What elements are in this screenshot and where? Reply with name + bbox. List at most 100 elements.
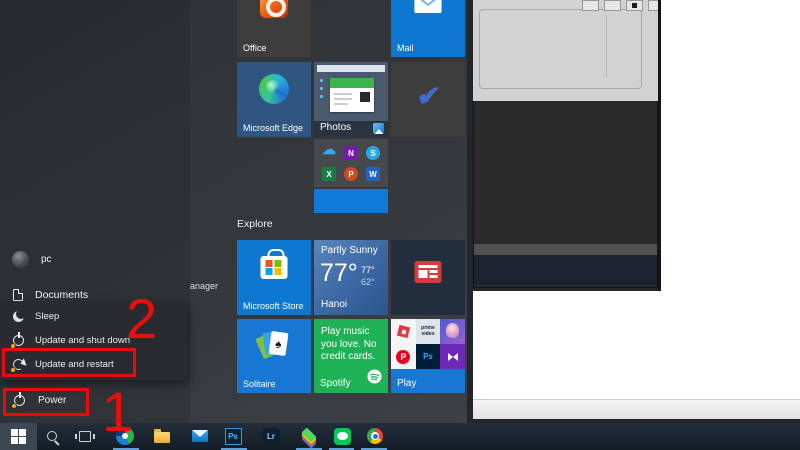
- bluestacks-icon: [300, 427, 318, 445]
- taskbar-photoshop[interactable]: Ps: [223, 426, 243, 446]
- tile-mail[interactable]: Mail: [391, 0, 465, 57]
- taskbar-task-view-button[interactable]: [75, 426, 95, 446]
- documents-label: Documents: [35, 289, 88, 301]
- tile-office[interactable]: Office: [237, 0, 311, 57]
- update-shutdown-label: Update and shut down: [35, 335, 130, 346]
- window-statusbar-dark: [474, 255, 657, 285]
- line-app-icon: [334, 428, 351, 445]
- lightroom-icon: Lr: [263, 428, 280, 445]
- tile-edge-label: Microsoft Edge: [243, 123, 303, 133]
- tile-office-label: Office: [243, 43, 266, 53]
- weather-city: Hanoi: [321, 299, 347, 310]
- start-menu-documents-button[interactable]: Documents: [13, 289, 88, 301]
- blue-tile-strip: [314, 189, 388, 213]
- window-toolbar-button[interactable]: [626, 0, 643, 11]
- tile-play[interactable]: prime video P Ps Play: [391, 319, 465, 393]
- weather-condition: Partly Sunny: [321, 245, 378, 256]
- moon-icon: [12, 310, 25, 323]
- tile-microsoft-edge[interactable]: Microsoft Edge: [237, 62, 311, 137]
- tile-solitaire-label: Solitaire: [243, 379, 276, 389]
- tile-solitaire[interactable]: ♠ Solitaire: [237, 319, 311, 393]
- onedrive-icon: ☁: [322, 142, 336, 156]
- word-icon: W: [366, 167, 380, 181]
- mail-icon: [192, 430, 208, 442]
- background-window-toolbar: [473, 0, 658, 101]
- windows-logo-icon: [11, 429, 26, 444]
- tile-play-label: Play: [397, 378, 416, 389]
- tile-store-label: Microsoft Store: [243, 301, 304, 311]
- skype-icon: S: [366, 146, 380, 160]
- check-icon: ✔: [416, 80, 439, 113]
- window-toolbar-button[interactable]: [582, 0, 599, 11]
- office-icon: [260, 0, 288, 18]
- background-window-white-top: [658, 0, 800, 291]
- edge-icon: [259, 74, 289, 104]
- document-icon: [13, 289, 23, 301]
- tile-mail-label: Mail: [397, 43, 414, 53]
- chrome-icon: [367, 428, 383, 444]
- onenote-icon: N: [344, 146, 358, 160]
- prime-video-icon: prime video: [416, 319, 441, 344]
- desktop-screen: anager pc Documents Sleep Update and shu…: [0, 0, 800, 450]
- folder-icon: [154, 432, 170, 443]
- window-panel-outline: [479, 9, 642, 89]
- annotation-step-2: 2: [126, 291, 157, 347]
- spotify-promo-text: Play music you love. No credit cards.: [321, 326, 385, 364]
- window-statusbar-gray: [474, 244, 657, 255]
- mail-envelope-icon: [414, 0, 442, 13]
- video-app-icon: [440, 344, 465, 369]
- start-menu-user-button[interactable]: pc: [12, 251, 52, 268]
- taskbar-search-button[interactable]: [42, 426, 62, 446]
- taskbar-line[interactable]: [332, 426, 352, 446]
- tile-news[interactable]: [391, 240, 465, 315]
- spade-icon: ♠: [275, 337, 283, 350]
- photoshop-icon: Ps: [225, 428, 242, 445]
- tile-spotify[interactable]: Play music you love. No credit cards. Sp…: [314, 319, 388, 393]
- tile-todo[interactable]: ✔: [391, 62, 465, 137]
- grid-icon: [632, 3, 637, 8]
- user-avatar: [12, 251, 29, 268]
- sleep-label: Sleep: [35, 311, 59, 322]
- roblox-icon: [391, 319, 416, 344]
- background-window-dark-canvas: [473, 101, 658, 288]
- spotify-icon: [367, 369, 382, 389]
- annotation-step-1: 1: [102, 384, 133, 440]
- photoshop-express-icon: Ps: [416, 344, 441, 369]
- pinterest-icon: P: [391, 344, 416, 369]
- tile-office-folder[interactable]: ☁ N S X P W: [314, 139, 388, 213]
- taskbar-lightroom[interactable]: Lr: [261, 426, 281, 446]
- photo-browser-bar: [317, 65, 385, 72]
- taskbar-file-explorer[interactable]: [152, 426, 172, 446]
- news-icon: [415, 261, 442, 283]
- taskbar-chrome[interactable]: [365, 426, 385, 446]
- game-art-icon: [440, 319, 465, 344]
- tile-photos[interactable]: Photos: [314, 62, 388, 137]
- window-toolbar-button[interactable]: [604, 0, 621, 11]
- weather-high: 77°: [361, 265, 375, 275]
- store-bag-icon: [261, 256, 288, 279]
- start-button[interactable]: [0, 423, 37, 450]
- qr-code-thumb: [360, 92, 370, 102]
- app-list-item-truncated: anager: [190, 281, 218, 291]
- task-view-icon: [79, 431, 91, 442]
- tile-microsoft-store[interactable]: Microsoft Store: [237, 240, 311, 315]
- taskbar-bluestacks[interactable]: [299, 426, 319, 446]
- explore-heading: Explore: [237, 218, 273, 230]
- search-icon: [47, 431, 57, 441]
- weather-temperature: 77°: [320, 259, 358, 288]
- background-window-white-bottom: [473, 291, 800, 419]
- powerpoint-icon: P: [344, 167, 358, 181]
- power-update-icon: [12, 334, 25, 347]
- tile-photos-label: Photos: [320, 122, 351, 133]
- window-status-strip: [473, 399, 800, 419]
- flyout-item-sleep[interactable]: Sleep: [0, 304, 187, 328]
- photos-icon: [373, 123, 384, 134]
- highlight-box-power: [3, 388, 89, 416]
- photo-card: [330, 78, 374, 112]
- play-app-collage: prime video P Ps: [391, 319, 465, 369]
- tile-weather[interactable]: Partly Sunny 77° 77° 62° Hanoi: [314, 240, 388, 315]
- weather-low: 62°: [361, 277, 375, 287]
- taskbar-mail[interactable]: [190, 426, 210, 446]
- highlight-box-update-restart: [2, 348, 136, 377]
- tile-spotify-label: Spotify: [320, 378, 351, 389]
